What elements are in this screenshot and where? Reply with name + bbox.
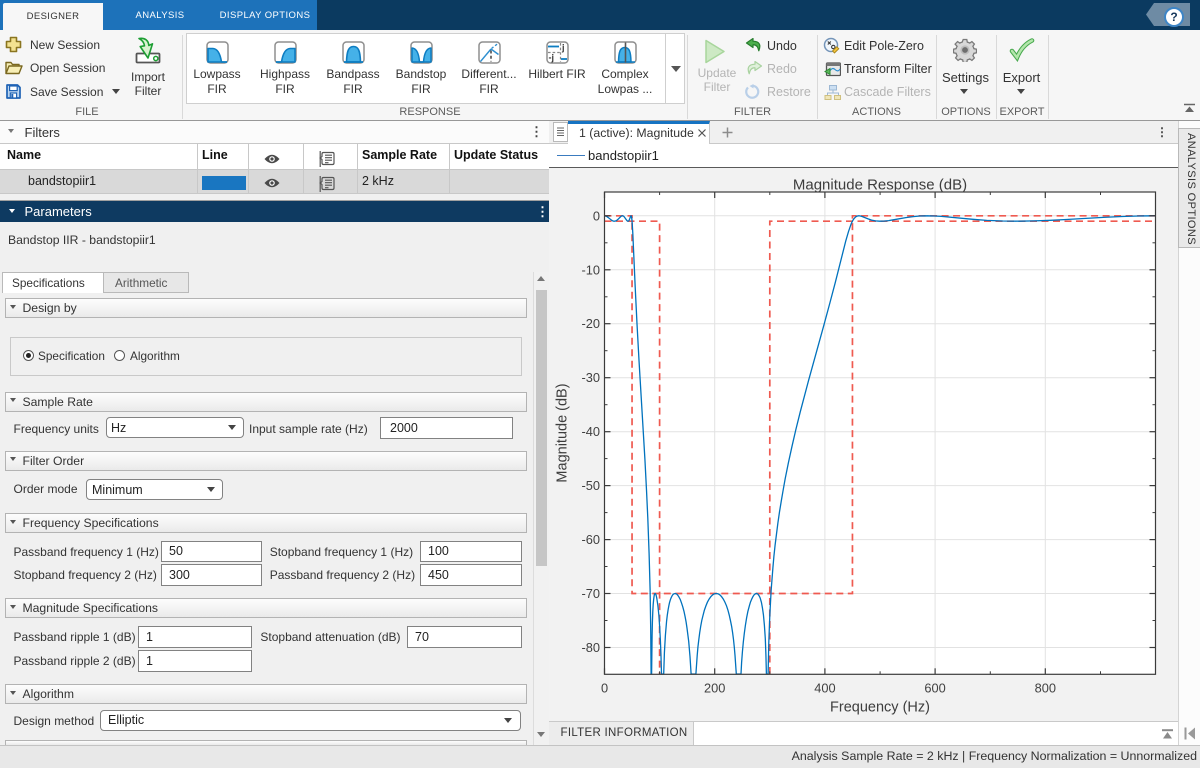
svg-text:0: 0 xyxy=(601,681,608,696)
svg-text:-80: -80 xyxy=(582,640,601,655)
svg-text:-30: -30 xyxy=(582,370,601,385)
svg-text:j: j xyxy=(561,43,565,53)
svg-text:-40: -40 xyxy=(582,424,601,439)
svg-text:-10: -10 xyxy=(582,262,601,277)
svg-text:200: 200 xyxy=(704,681,725,696)
svg-text:0: 0 xyxy=(593,208,600,223)
svg-text:Magnitude Response (dB): Magnitude Response (dB) xyxy=(793,177,967,194)
svg-text:Frequency (Hz): Frequency (Hz) xyxy=(830,700,930,716)
svg-text:600: 600 xyxy=(924,681,945,696)
svg-text:-60: -60 xyxy=(582,532,601,547)
svg-text:Magnitude (dB): Magnitude (dB) xyxy=(555,383,571,482)
svg-text:-70: -70 xyxy=(582,586,601,601)
svg-text:400: 400 xyxy=(814,681,835,696)
svg-text:-20: -20 xyxy=(582,316,601,331)
svg-text:-50: -50 xyxy=(582,478,601,493)
svg-text:800: 800 xyxy=(1035,681,1056,696)
svg-text:-j: -j xyxy=(549,53,555,63)
